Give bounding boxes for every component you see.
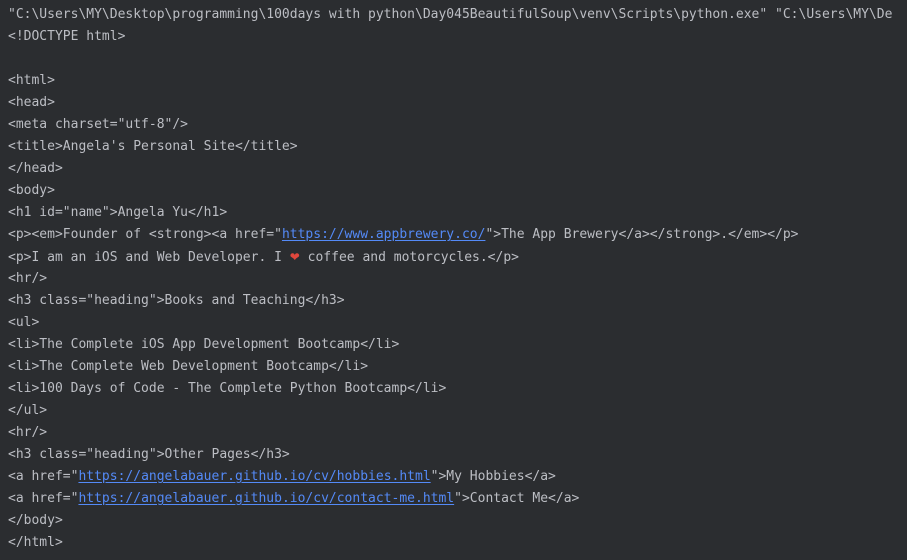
output-line: <meta charset="utf-8"/> (8, 114, 188, 136)
output-line: <hr/> (8, 268, 47, 290)
output-text: coffee and motorcycles.</p> (299, 250, 519, 265)
output-line: <h3 class="heading">Other Pages</h3> (8, 444, 290, 466)
output-line: <h1 id="name">Angela Yu</h1> (8, 202, 227, 224)
output-text: ">The App Brewery</a></strong>.</em></p> (485, 227, 799, 242)
output-text: <head> (8, 95, 55, 110)
output-text: <!DOCTYPE html> (8, 29, 126, 44)
output-line: </body> (8, 510, 63, 532)
output-line: <head> (8, 92, 55, 114)
output-line: <li>The Complete iOS App Development Boo… (8, 334, 399, 356)
output-text: <hr/> (8, 271, 48, 286)
output-text: ">Contact Me</a> (454, 491, 580, 506)
output-text: <ul> (8, 315, 40, 330)
output-text: <a href=" (8, 491, 79, 506)
output-text: <h3 class="heading">Other Pages</h3> (8, 447, 290, 462)
command-text: "C:\Users\MY\Desktop\programming\100days… (8, 7, 893, 22)
output-line: </html> (8, 532, 63, 554)
output-line: <title>Angela's Personal Site</title> (8, 136, 298, 158)
output-text: </html> (8, 535, 63, 550)
output-line: </ul> (8, 400, 47, 422)
output-text: <p>I am an iOS and Web Developer. I (8, 250, 290, 265)
heart-icon: ❤ (289, 250, 300, 264)
output-text: </body> (8, 513, 63, 528)
output-line: <hr/> (8, 422, 47, 444)
output-line: <ul> (8, 312, 39, 334)
output-line: <li>100 Days of Code - The Complete Pyth… (8, 378, 446, 400)
output-line: <p><em>Founder of <strong><a href="https… (8, 224, 799, 246)
output-text: <a href=" (8, 469, 79, 484)
run-console-output[interactable]: "C:\Users\MY\Desktop\programming\100days… (0, 0, 907, 560)
output-text: <meta charset="utf-8"/> (8, 117, 189, 132)
output-text: <h1 id="name">Angela Yu</h1> (8, 205, 228, 220)
output-line: <!DOCTYPE html> (8, 26, 125, 48)
output-text: <h3 class="heading">Books and Teaching</… (8, 293, 345, 308)
output-line: <html> (8, 70, 55, 92)
output-text: </ul> (8, 403, 48, 418)
command-line: "C:\Users\MY\Desktop\programming\100days… (8, 4, 892, 26)
output-link[interactable]: https://www.appbrewery.co/ (282, 227, 486, 242)
output-text: <li>The Complete Web Development Bootcam… (8, 359, 369, 374)
output-text: <body> (8, 183, 55, 198)
output-text: <hr/> (8, 425, 48, 440)
output-text: <title>Angela's Personal Site</title> (8, 139, 298, 154)
output-text: ">My Hobbies</a> (430, 469, 556, 484)
output-line: <body> (8, 180, 55, 202)
output-line: <a href="https://angelabauer.github.io/c… (8, 488, 579, 510)
output-link[interactable]: https://angelabauer.github.io/cv/contact… (78, 491, 454, 506)
output-text: <p><em>Founder of <strong><a href=" (8, 227, 282, 242)
output-line: <h3 class="heading">Books and Teaching</… (8, 290, 345, 312)
output-text: <html> (8, 73, 55, 88)
output-link[interactable]: https://angelabauer.github.io/cv/hobbies… (78, 469, 430, 484)
output-text: </head> (8, 161, 63, 176)
output-line: </head> (8, 158, 63, 180)
output-text: <li>The Complete iOS App Development Boo… (8, 337, 400, 352)
output-line: <li>The Complete Web Development Bootcam… (8, 356, 368, 378)
output-line: <p>I am an iOS and Web Developer. I ❤ co… (8, 246, 519, 268)
output-text: <li>100 Days of Code - The Complete Pyth… (8, 381, 447, 396)
output-line: <a href="https://angelabauer.github.io/c… (8, 466, 556, 488)
